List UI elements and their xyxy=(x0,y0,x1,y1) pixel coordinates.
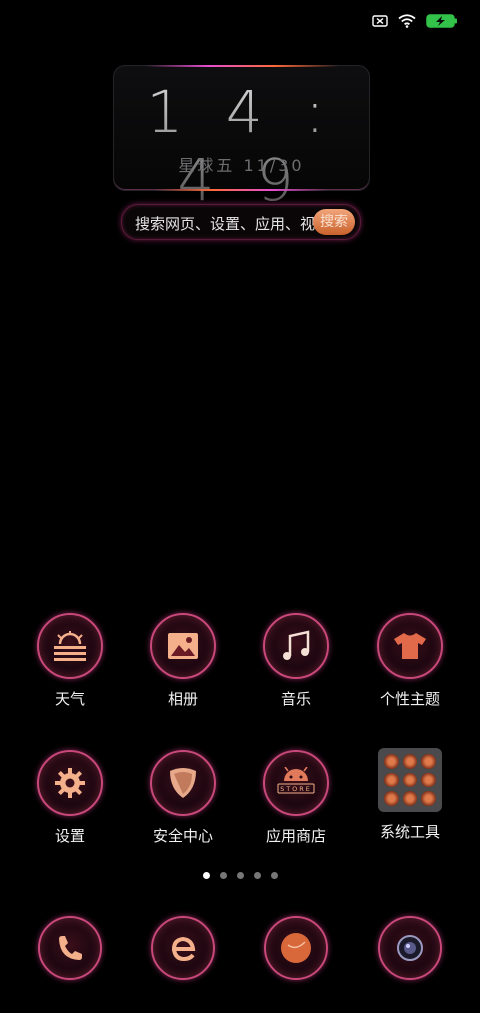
page-dot[interactable] xyxy=(219,872,227,879)
page-dot[interactable] xyxy=(270,872,278,879)
app-label: 音乐 xyxy=(280,690,311,708)
security-shield-icon xyxy=(170,768,196,798)
search-input[interactable]: 搜索网页、设置、应用、视频 xyxy=(135,213,315,234)
app-label: 安全中心 xyxy=(152,827,213,845)
dock-browser[interactable] xyxy=(128,916,238,980)
phone-icon xyxy=(59,936,82,960)
browser-icon xyxy=(171,936,196,962)
dock-camera[interactable] xyxy=(355,916,465,980)
dock-messages[interactable] xyxy=(241,916,351,980)
status-bar xyxy=(372,14,458,28)
folder-system-tools[interactable]: 系统工具 xyxy=(355,748,465,842)
page-dot[interactable] xyxy=(202,872,210,879)
sim-missing-icon xyxy=(372,15,388,27)
app-store[interactable]: STORE 应用商店 xyxy=(241,750,351,846)
app-label: 天气 xyxy=(54,690,85,708)
page-indicator xyxy=(0,872,480,879)
app-label: 相册 xyxy=(167,690,198,708)
messages-icon xyxy=(281,933,311,963)
battery-charging-icon xyxy=(426,14,457,28)
settings-gear-icon xyxy=(55,768,85,798)
app-label: 设置 xyxy=(54,827,85,845)
page-dot[interactable] xyxy=(253,872,261,879)
weather-icon xyxy=(54,631,86,661)
clock-widget[interactable]: 1 4 : 4 9 星球五 11/30 xyxy=(113,65,370,214)
clock-time: 1 4 : 4 9 xyxy=(114,78,369,214)
themes-icon xyxy=(394,633,426,659)
music-icon xyxy=(283,630,310,660)
app-settings[interactable]: 设置 xyxy=(15,750,125,846)
clock-date: 星球五 11/30 xyxy=(178,156,305,175)
app-security[interactable]: 安全中心 xyxy=(128,750,238,846)
app-store-icon: STORE xyxy=(277,767,315,794)
app-label: 应用商店 xyxy=(265,827,326,845)
svg-text:STORE: STORE xyxy=(280,785,312,793)
dock-phone[interactable] xyxy=(15,916,125,980)
camera-icon xyxy=(397,935,423,961)
app-label: 系统工具 xyxy=(379,823,440,841)
page-dot[interactable] xyxy=(236,872,244,879)
system-tools-folder-icon xyxy=(378,748,442,812)
app-music[interactable]: 音乐 xyxy=(241,613,351,709)
app-weather[interactable]: 天气 xyxy=(15,613,125,709)
app-themes[interactable]: 个性主题 xyxy=(355,613,465,709)
app-gallery[interactable]: 相册 xyxy=(128,613,238,709)
app-label: 个性主题 xyxy=(379,690,440,708)
search-button[interactable]: 搜索 xyxy=(313,209,355,235)
wifi-icon xyxy=(398,14,416,28)
search-bar[interactable]: 搜索网页、设置、应用、视频 搜索 xyxy=(121,204,361,240)
gallery-icon xyxy=(168,633,198,659)
